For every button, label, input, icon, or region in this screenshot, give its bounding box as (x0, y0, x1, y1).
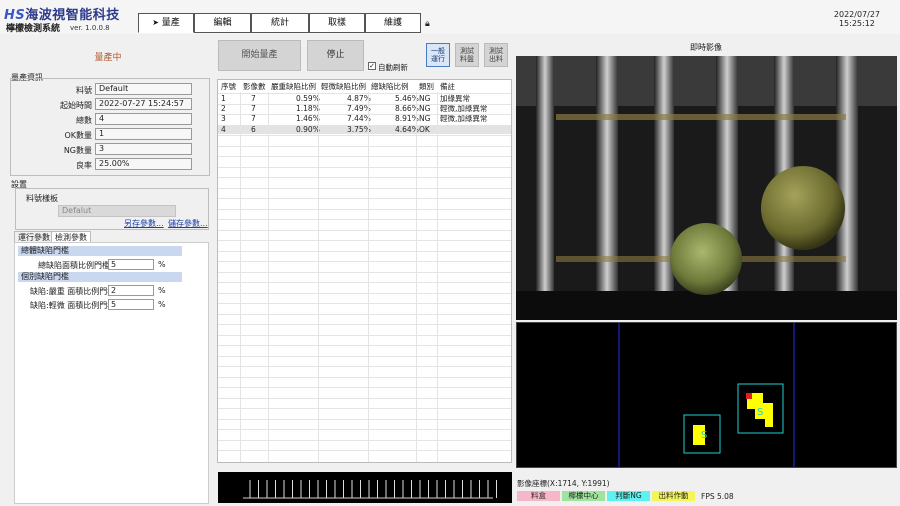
field-label: OK數量 (64, 131, 92, 140)
lock-icon[interactable]: 🔒︎ (425, 19, 430, 29)
mode-test-tray-button[interactable]: 測試 料盤 (455, 43, 479, 67)
tab-sampling[interactable]: 取樣 (309, 13, 365, 33)
total-defect-input[interactable]: 5 (108, 259, 154, 270)
mode-test-output-button[interactable]: 測試 出料 (484, 43, 508, 67)
yield-field: 25.00% (95, 158, 192, 170)
tab-maintenance[interactable]: 維護 (365, 13, 421, 33)
total-defect-label: 總缺陷面積比例門檻 (38, 261, 110, 270)
svg-text:S: S (701, 430, 707, 441)
light-defect-input[interactable]: 5 (108, 299, 154, 310)
timeline-strip (218, 472, 512, 503)
camera-title: 即時影像 (690, 43, 722, 52)
unit-label: % (158, 300, 166, 309)
field-label: NG數量 (63, 146, 92, 155)
group-individual-defect: 個別缺陷門檻 (18, 272, 182, 282)
timeline-ticks (243, 480, 497, 499)
save-link[interactable]: 儲存參數... (168, 218, 208, 229)
field-label: 料號 (76, 86, 92, 95)
stop-button[interactable]: 停止 (307, 40, 364, 71)
start-time-field: 2022-07-27 15:24:57 (95, 98, 192, 110)
svg-text:S: S (757, 407, 763, 418)
production-status: 量產中 (94, 53, 122, 63)
template-select[interactable]: Defalut (58, 205, 176, 217)
datetime-display: 2022/07/27 15:25:12 (833, 10, 880, 28)
total-count-field: 4 (95, 113, 192, 125)
field-label: 總數 (76, 116, 92, 125)
ok-count-field: 1 (95, 128, 192, 140)
detection-view: S S (516, 322, 897, 468)
header-bar: HS海波視智能科技 檸檬檢測系統 ver. 1.0.0.8 ➤ 量產 編輯 統計… (0, 0, 900, 34)
arrow-icon: ➤ (152, 18, 159, 27)
live-camera-view (516, 56, 897, 320)
template-label: 料號樣板 (26, 194, 58, 203)
version-label: ver. 1.0.0.8 (70, 24, 110, 32)
table-row[interactable]: 3 7 1.46% 7.44% 8.91% NG 輕微,加綠異常 (218, 114, 511, 123)
fps-display: FPS 5.08 (701, 492, 734, 501)
light-defect-label: 缺陷:輕微 面積比例門檻 (30, 301, 116, 310)
legend-output-action: 出料作動 (652, 491, 695, 501)
mode-normal-button[interactable]: 一般 運行 (426, 43, 450, 67)
detection-overlay: S S (618, 323, 795, 467)
table-row[interactable]: 1 7 0.59% 4.87% 5.46% NG 加綠異常 (218, 94, 511, 103)
unit-label: % (158, 286, 166, 295)
unit-label: % (158, 260, 166, 269)
results-table: 序號 影像數 嚴重缺陷比例 輕微缺陷比例 總缺陷比例 類別 備註 1 7 0.5… (217, 79, 512, 463)
auto-refresh-label: 自動刷新 (378, 63, 408, 72)
legend-lemon-center: 檸檬中心 (562, 491, 605, 501)
auto-refresh-checkbox[interactable]: ✓ (368, 62, 376, 70)
tab-edit[interactable]: 編輯 (194, 13, 251, 33)
legend-judged-ng: 判斷NG (607, 491, 650, 501)
severe-defect-input[interactable]: 2 (108, 285, 154, 296)
tab-production[interactable]: ➤ 量產 (138, 13, 194, 33)
field-label: 良率 (76, 161, 92, 170)
field-label: 起始時間 (60, 101, 92, 110)
legend-tray: 料盒 (517, 491, 560, 501)
tab-statistics[interactable]: 統計 (251, 13, 309, 33)
image-coordinates: 影像座標(X:1714, Y:1991) (517, 479, 610, 488)
table-row[interactable]: 2 7 1.18% 7.49% 8.66% NG 輕微,加綠異常 (218, 104, 511, 113)
camera-image (516, 56, 897, 320)
severe-defect-label: 缺陷:嚴重 面積比例門檻 (30, 287, 116, 296)
system-name: 檸檬檢測系統 (6, 24, 61, 34)
left-panel: 量產中 量產資訊 料號 Default 起始時間 2022-07-27 15:2… (0, 36, 216, 506)
start-production-button[interactable]: 開始量產 (218, 40, 301, 71)
ng-count-field: 3 (95, 143, 192, 155)
table-row-selected[interactable]: 4 6 0.90% 3.75% 4.64% OK (218, 125, 511, 134)
part-number-field: Default (95, 83, 192, 95)
save-as-link[interactable]: 另存參數... (124, 218, 164, 229)
table-header: 序號 影像數 嚴重缺陷比例 輕微缺陷比例 總缺陷比例 類別 備註 (221, 82, 455, 91)
group-total-defect: 總體缺陷門檻 (18, 246, 182, 256)
